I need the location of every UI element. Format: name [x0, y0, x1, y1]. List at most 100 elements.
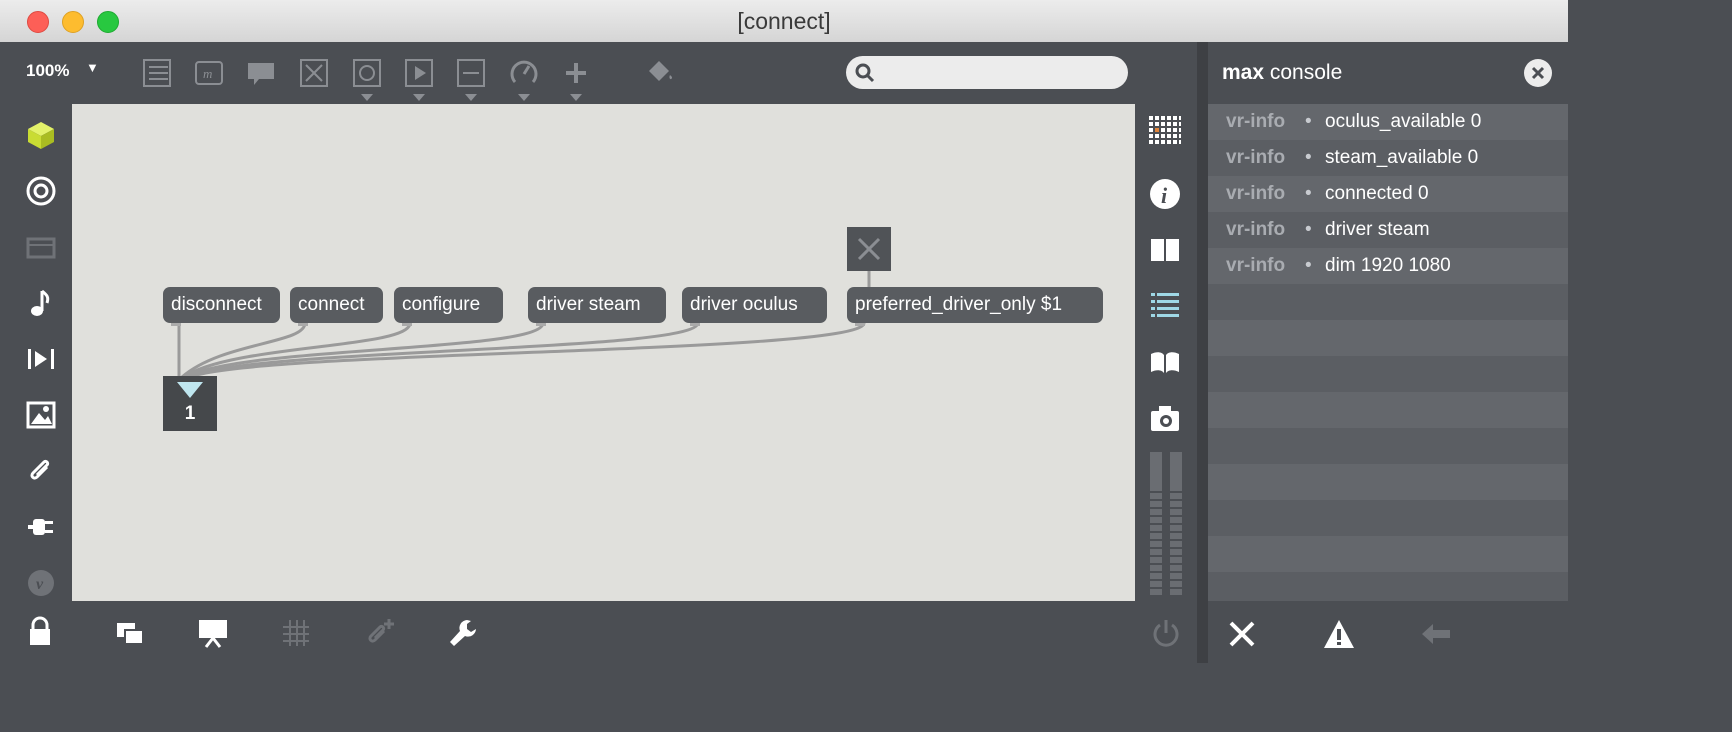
- svg-text:v: v: [36, 576, 44, 593]
- plus-icon[interactable]: [560, 57, 592, 101]
- message-text: preferred_driver_only $1: [855, 294, 1063, 315]
- playbar-icon[interactable]: [403, 57, 435, 101]
- presentation-icon[interactable]: [195, 615, 231, 651]
- search-icon: [855, 63, 875, 83]
- console-row[interactable]: vr-info • dim 1920 1080: [1208, 248, 1568, 284]
- grid-icon[interactable]: [278, 615, 314, 651]
- console-message: steam_available 0: [1325, 147, 1479, 168]
- lock-toggle-icon[interactable]: [22, 613, 58, 649]
- console-empty-row: [1208, 356, 1568, 392]
- left-sidebar: v: [0, 104, 72, 663]
- warning-icon[interactable]: [1321, 616, 1357, 652]
- console-message: connected 0: [1325, 183, 1429, 204]
- message-disconnect[interactable]: disconnect: [163, 287, 280, 326]
- zoom-caret-icon[interactable]: ▼: [86, 60, 99, 75]
- console-row[interactable]: vr-info • oculus_available 0: [1208, 104, 1568, 140]
- console-close-button[interactable]: [1524, 59, 1552, 87]
- console-row[interactable]: vr-info • connected 0: [1208, 176, 1568, 212]
- svg-text:m: m: [203, 66, 212, 81]
- title-bar: [connect]: [0, 0, 1568, 43]
- message-text: driver steam: [536, 294, 641, 315]
- console-empty-row: [1208, 500, 1568, 536]
- console-empty-row: [1208, 464, 1568, 500]
- patcher-icon[interactable]: [22, 228, 60, 266]
- patch-cords: [177, 271, 871, 379]
- message-text: disconnect: [171, 294, 262, 315]
- console-empty-row: [1208, 284, 1568, 320]
- console-header: max console: [1208, 42, 1568, 104]
- console-source: vr-info: [1226, 147, 1286, 168]
- number-box[interactable]: 1: [163, 376, 217, 431]
- svg-text:i: i: [1161, 183, 1168, 208]
- message-connect[interactable]: connect: [290, 287, 383, 326]
- wrench-icon[interactable]: [445, 615, 481, 651]
- toggle-icon[interactable]: [298, 57, 330, 89]
- back-arrow-icon[interactable]: [1418, 616, 1454, 652]
- message-driver-steam[interactable]: driver steam: [528, 287, 666, 326]
- console-rows: vr-info • oculus_available 0 vr-info • steam…: [1208, 104, 1568, 608]
- clear-icon[interactable]: [1224, 616, 1260, 652]
- console-separator: •: [1305, 183, 1312, 204]
- cube-icon[interactable]: [22, 116, 60, 154]
- plug-icon[interactable]: [22, 508, 60, 546]
- paperclip-icon[interactable]: [22, 452, 60, 490]
- console-message: oculus_available 0: [1325, 111, 1482, 132]
- reference-icon[interactable]: [1147, 344, 1183, 380]
- console-separator: •: [1305, 111, 1312, 132]
- search-input[interactable]: [846, 56, 1128, 89]
- patcher-bottom-toolbar: [0, 601, 1197, 663]
- numbox-triangle-icon: [177, 382, 203, 398]
- meter-icon: [1150, 452, 1182, 595]
- console-separator: •: [1305, 219, 1312, 240]
- dial-icon[interactable]: [508, 57, 540, 101]
- panel-divider[interactable]: [1197, 42, 1208, 663]
- paint-bucket-icon[interactable]: [644, 57, 676, 89]
- media-play-icon[interactable]: [22, 340, 60, 378]
- console-empty-row: [1208, 392, 1568, 428]
- message-driver-oculus[interactable]: driver oculus: [682, 287, 827, 326]
- power-icon[interactable]: [1148, 615, 1184, 651]
- windows-icon[interactable]: [112, 615, 148, 651]
- slider-icon[interactable]: [455, 57, 487, 101]
- paperclip-add-icon[interactable]: [362, 615, 398, 651]
- console-message: driver steam: [1325, 219, 1430, 240]
- zoom-level[interactable]: 100%: [26, 61, 69, 81]
- message-text: connect: [298, 294, 365, 315]
- patcher-toolbar: 100% ▼ m: [0, 42, 1197, 104]
- console-separator: •: [1305, 255, 1312, 276]
- bpatcher-icon[interactable]: [141, 57, 173, 89]
- toggle-box[interactable]: [847, 227, 891, 271]
- list-icon[interactable]: [1147, 288, 1183, 324]
- console-title: max console: [1222, 61, 1342, 85]
- console-title-rest: console: [1264, 61, 1343, 84]
- toggle-x-icon: [857, 237, 881, 261]
- console-empty-row: [1208, 536, 1568, 572]
- comment-icon[interactable]: m: [193, 57, 225, 89]
- console-row[interactable]: vr-info • driver steam: [1208, 212, 1568, 248]
- grid-icon[interactable]: [1147, 114, 1183, 150]
- message-configure[interactable]: configure: [394, 287, 503, 326]
- console-title-bold: max: [1222, 61, 1265, 84]
- button-icon[interactable]: [351, 57, 383, 101]
- right-sidebar: i: [1135, 104, 1197, 601]
- console-separator: •: [1305, 147, 1312, 168]
- message-preferred-driver-only[interactable]: preferred_driver_only $1: [847, 287, 1103, 326]
- image-icon[interactable]: [22, 396, 60, 434]
- window-title: [connect]: [737, 8, 831, 34]
- target-icon[interactable]: [22, 172, 60, 210]
- info-icon[interactable]: i: [1147, 176, 1183, 212]
- music-note-icon[interactable]: [22, 284, 60, 322]
- message-text: configure: [402, 294, 481, 315]
- speech-bubble-icon[interactable]: [245, 57, 277, 89]
- console-row[interactable]: vr-info • steam_available 0: [1208, 140, 1568, 176]
- console-source: vr-info: [1226, 111, 1286, 132]
- console-source: vr-info: [1226, 219, 1286, 240]
- patcher-canvas[interactable]: disconnect connect configure driver stea…: [72, 104, 1135, 601]
- vimeo-icon[interactable]: v: [22, 564, 60, 602]
- camera-icon[interactable]: [1147, 400, 1183, 436]
- book-open-icon[interactable]: [1147, 232, 1183, 268]
- console-source: vr-info: [1226, 255, 1286, 276]
- number-box-value: 1: [184, 403, 196, 424]
- console-message: dim 1920 1080: [1325, 255, 1451, 276]
- max-console: max console vr-info • oculus_available 0 v…: [1208, 42, 1568, 663]
